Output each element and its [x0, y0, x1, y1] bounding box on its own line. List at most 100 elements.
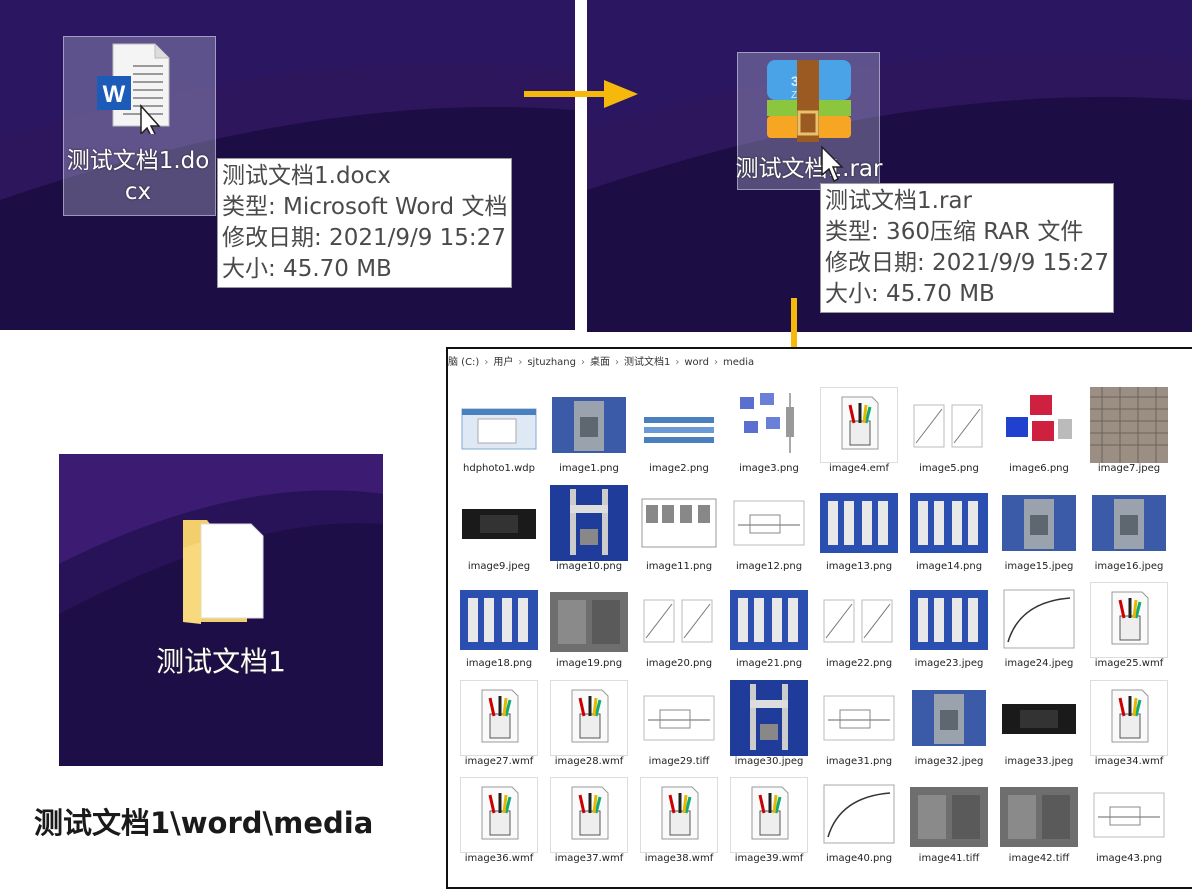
file-item[interactable]: image27.wmf: [458, 678, 540, 770]
file-item[interactable]: image22.png: [818, 580, 900, 672]
file-item[interactable]: image30.jpeg: [728, 678, 810, 770]
file-item[interactable]: image40.png: [818, 775, 900, 867]
file-name-label: image22.png: [825, 658, 893, 669]
file-item[interactable]: image11.png: [638, 483, 720, 575]
file-thumbnail: [460, 387, 538, 463]
file-explorer-window: 电脑 (C:) › 用户 › sjtuzhang › 桌面 › 测试文档1 › word › media…: [446, 347, 1192, 889]
file-name-label: image4.emf: [828, 463, 890, 474]
file-thumbnail: [730, 484, 808, 561]
file-name-label: image29.tiff: [648, 755, 710, 767]
file-item[interactable]: image32.jpeg: [908, 678, 990, 770]
file-item[interactable]: image38.wmf: [638, 775, 720, 867]
docx-filename-line2: cx: [124, 179, 152, 205]
breadcrumb-item[interactable]: 电脑 (C:): [448, 349, 479, 377]
breadcrumb-item[interactable]: 测试文档1: [624, 349, 670, 377]
file-name-label: image13.png: [825, 560, 893, 572]
breadcrumb-separator: ›: [713, 357, 718, 368]
file-thumbnail: [640, 582, 718, 658]
docx-filename-line1: 测试文档1.do: [66, 148, 210, 174]
file-item[interactable]: image9.jpeg: [458, 483, 540, 575]
file-item[interactable]: image4.emf: [818, 385, 900, 477]
file-item[interactable]: image43.png: [1088, 775, 1170, 867]
file-name-label: image3.png: [739, 463, 799, 474]
file-thumbnail: [1090, 484, 1168, 561]
breadcrumb-item[interactable]: word: [684, 349, 709, 377]
file-name-label: image39.wmf: [734, 853, 804, 864]
file-item[interactable]: image33.jpeg: [998, 678, 1080, 770]
file-item[interactable]: image31.png: [818, 678, 900, 770]
file-item[interactable]: image14.png: [908, 483, 990, 575]
rar-tooltip: 测试文档1.rar 类型: 360压缩 RAR 文件 修改日期: 2021/9/…: [820, 183, 1114, 313]
file-thumbnail: [1000, 484, 1078, 561]
file-item[interactable]: image29.tiff: [638, 678, 720, 770]
file-item[interactable]: image25.wmf: [1088, 580, 1170, 672]
file-thumbnail: [640, 484, 718, 561]
wmf-file-icon: [730, 777, 808, 853]
file-name-label: image11.png: [645, 560, 713, 572]
file-item[interactable]: image28.wmf: [548, 678, 630, 770]
folder-icon[interactable]: [177, 512, 269, 628]
file-item[interactable]: image34.wmf: [1088, 678, 1170, 770]
file-item[interactable]: image13.png: [818, 483, 900, 575]
file-name-label: image33.jpeg: [1004, 755, 1074, 767]
breadcrumb-item[interactable]: media: [723, 349, 754, 377]
file-item[interactable]: image39.wmf: [728, 775, 810, 867]
breadcrumb-separator: ›: [581, 357, 585, 368]
wmf-file-icon: [460, 679, 538, 756]
file-name-label: image19.png: [555, 658, 623, 669]
file-name-label: image23.jpeg: [914, 658, 984, 669]
file-thumbnail: [820, 582, 898, 658]
breadcrumb-item[interactable]: sjtuzhang: [527, 349, 576, 377]
file-item[interactable]: image42.tiff: [998, 775, 1080, 867]
file-item[interactable]: image41.tiff: [908, 775, 990, 867]
tooltip-line: 修改日期: 2021/9/9 15:27: [825, 250, 1109, 276]
file-thumbnail: [820, 679, 898, 756]
file-item[interactable]: image5.png: [908, 385, 990, 477]
arrow-right-icon: [524, 80, 638, 108]
file-item[interactable]: image3.png: [728, 385, 810, 477]
file-item[interactable]: image21.png: [728, 580, 810, 672]
file-name-label: image2.png: [649, 463, 709, 474]
file-thumbnail: [640, 679, 718, 756]
svg-text:W: W: [103, 81, 126, 108]
file-item[interactable]: image15.jpeg: [998, 483, 1080, 575]
file-thumbnail: [820, 777, 898, 853]
file-item[interactable]: image18.png: [458, 580, 540, 672]
tooltip-line: 测试文档1.docx: [222, 163, 391, 189]
file-thumbnail: [730, 582, 808, 658]
file-item[interactable]: hdphoto1.wdp: [458, 385, 540, 477]
tooltip-line: 修改日期: 2021/9/9 15:27: [222, 225, 506, 251]
file-name-label: image1.png: [559, 463, 619, 474]
file-item[interactable]: image16.jpeg: [1088, 483, 1170, 575]
file-thumbnail: [910, 582, 988, 658]
word-document-icon[interactable]: W: [93, 42, 173, 140]
file-item[interactable]: image24.jpeg: [998, 580, 1080, 672]
file-item[interactable]: image19.png: [548, 580, 630, 672]
rar-filename: 测试文档1.rar: [735, 156, 883, 182]
file-thumbnail: [1090, 777, 1168, 853]
file-name-label: hdphoto1.wdp: [463, 463, 535, 474]
file-item[interactable]: image1.png: [548, 385, 630, 477]
file-item[interactable]: image20.png: [638, 580, 720, 672]
file-item[interactable]: image6.png: [998, 385, 1080, 477]
file-thumbnail: [1000, 582, 1078, 658]
file-item[interactable]: image2.png: [638, 385, 720, 477]
file-item[interactable]: image23.jpeg: [908, 580, 990, 672]
file-item[interactable]: image12.png: [728, 483, 810, 575]
file-item[interactable]: image37.wmf: [548, 775, 630, 867]
file-thumbnail: [910, 387, 988, 463]
file-item[interactable]: image10.png: [548, 483, 630, 575]
file-name-label: image5.png: [919, 463, 979, 474]
file-name-label: image14.png: [915, 560, 983, 572]
file-item[interactable]: image7.jpeg: [1088, 385, 1170, 477]
breadcrumb-item[interactable]: 用户: [493, 349, 513, 377]
file-thumbnail: [910, 679, 988, 756]
breadcrumb-item[interactable]: 桌面: [590, 349, 610, 377]
file-thumbnail: [730, 679, 808, 756]
file-item[interactable]: image36.wmf: [458, 775, 540, 867]
breadcrumb-separator: ›: [675, 357, 680, 368]
file-name-label: image36.wmf: [464, 853, 534, 864]
360zip-rar-icon[interactable]: 360 ZIP: [761, 56, 857, 148]
breadcrumb-separator: ›: [615, 357, 619, 368]
file-name-label: image43.png: [1095, 853, 1163, 864]
